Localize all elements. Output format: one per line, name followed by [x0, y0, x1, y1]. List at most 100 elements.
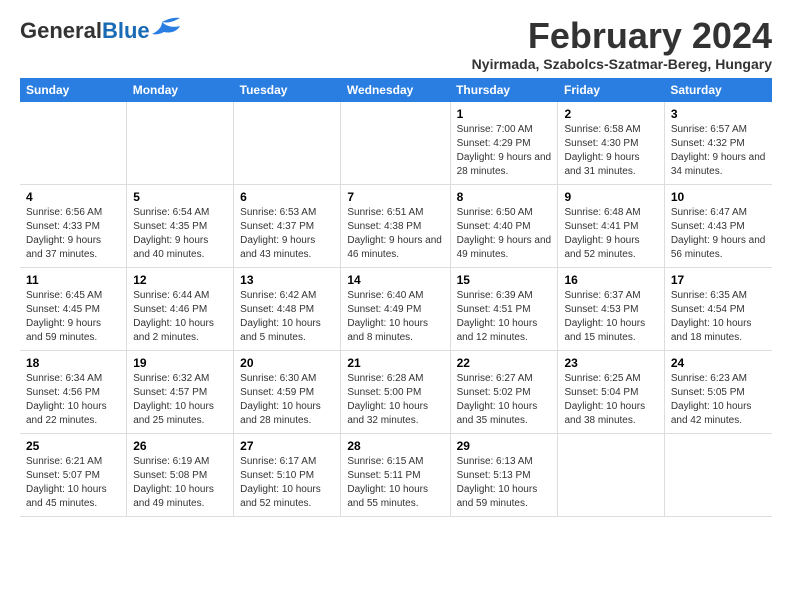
- daylight-text: Daylight: 9 hours and 49 minutes.: [457, 235, 552, 260]
- logo: GeneralBlue: [20, 20, 182, 42]
- calendar-cell: 26 Sunrise: 6:19 AM Sunset: 5:08 PM Dayl…: [127, 433, 234, 516]
- day-number: 27: [240, 439, 334, 453]
- day-detail: Sunrise: 6:42 AM Sunset: 4:48 PM Dayligh…: [240, 289, 334, 345]
- day-detail: Sunrise: 6:50 AM Sunset: 4:40 PM Dayligh…: [457, 206, 552, 262]
- daylight-text: Daylight: 9 hours and 43 minutes.: [240, 235, 315, 260]
- sunset-text: Sunset: 5:10 PM: [240, 470, 314, 481]
- daylight-text: Daylight: 10 hours and 35 minutes.: [457, 401, 538, 426]
- col-tuesday: Tuesday: [234, 78, 341, 102]
- day-number: 1: [457, 107, 552, 121]
- sunset-text: Sunset: 5:11 PM: [347, 470, 420, 481]
- daylight-text: Daylight: 10 hours and 55 minutes.: [347, 484, 428, 509]
- header-section: GeneralBlue February 2024 Nyirmada, Szab…: [20, 16, 772, 72]
- calendar-cell: 20 Sunrise: 6:30 AM Sunset: 4:59 PM Dayl…: [234, 350, 341, 433]
- sunset-text: Sunset: 4:43 PM: [671, 221, 745, 232]
- daylight-text: Daylight: 10 hours and 12 minutes.: [457, 318, 538, 343]
- day-number: 2: [564, 107, 657, 121]
- day-number: 23: [564, 356, 657, 370]
- daylight-text: Daylight: 10 hours and 59 minutes.: [457, 484, 538, 509]
- day-detail: Sunrise: 6:30 AM Sunset: 4:59 PM Dayligh…: [240, 372, 334, 428]
- daylight-text: Daylight: 10 hours and 38 minutes.: [564, 401, 645, 426]
- sunset-text: Sunset: 5:00 PM: [347, 387, 421, 398]
- sunrise-text: Sunrise: 6:19 AM: [133, 456, 209, 467]
- calendar-cell: [664, 433, 772, 516]
- day-detail: Sunrise: 6:47 AM Sunset: 4:43 PM Dayligh…: [671, 206, 766, 262]
- day-detail: Sunrise: 6:57 AM Sunset: 4:32 PM Dayligh…: [671, 123, 766, 179]
- sunset-text: Sunset: 5:04 PM: [564, 387, 638, 398]
- day-detail: Sunrise: 6:13 AM Sunset: 5:13 PM Dayligh…: [457, 455, 552, 511]
- day-detail: Sunrise: 6:32 AM Sunset: 4:57 PM Dayligh…: [133, 372, 227, 428]
- daylight-text: Daylight: 9 hours and 37 minutes.: [26, 235, 101, 260]
- sunset-text: Sunset: 4:54 PM: [671, 304, 745, 315]
- sunrise-text: Sunrise: 6:25 AM: [564, 373, 640, 384]
- calendar-cell: 17 Sunrise: 6:35 AM Sunset: 4:54 PM Dayl…: [664, 267, 772, 350]
- sunrise-text: Sunrise: 6:13 AM: [457, 456, 533, 467]
- calendar-cell: 19 Sunrise: 6:32 AM Sunset: 4:57 PM Dayl…: [127, 350, 234, 433]
- daylight-text: Daylight: 9 hours and 59 minutes.: [26, 318, 101, 343]
- daylight-text: Daylight: 10 hours and 5 minutes.: [240, 318, 321, 343]
- day-detail: Sunrise: 6:15 AM Sunset: 5:11 PM Dayligh…: [347, 455, 443, 511]
- day-detail: Sunrise: 6:37 AM Sunset: 4:53 PM Dayligh…: [564, 289, 657, 345]
- calendar-week-5: 25 Sunrise: 6:21 AM Sunset: 5:07 PM Dayl…: [20, 433, 772, 516]
- daylight-text: Daylight: 10 hours and 45 minutes.: [26, 484, 107, 509]
- calendar-cell: 14 Sunrise: 6:40 AM Sunset: 4:49 PM Dayl…: [341, 267, 450, 350]
- sunset-text: Sunset: 4:37 PM: [240, 221, 314, 232]
- calendar-cell: 11 Sunrise: 6:45 AM Sunset: 4:45 PM Dayl…: [20, 267, 127, 350]
- day-detail: Sunrise: 6:28 AM Sunset: 5:00 PM Dayligh…: [347, 372, 443, 428]
- col-wednesday: Wednesday: [341, 78, 450, 102]
- day-number: 21: [347, 356, 443, 370]
- logo-bird-icon: [152, 16, 182, 38]
- day-number: 4: [26, 190, 120, 204]
- daylight-text: Daylight: 9 hours and 34 minutes.: [671, 152, 766, 177]
- day-number: 26: [133, 439, 227, 453]
- calendar-week-3: 11 Sunrise: 6:45 AM Sunset: 4:45 PM Dayl…: [20, 267, 772, 350]
- sunrise-text: Sunrise: 6:21 AM: [26, 456, 102, 467]
- daylight-text: Daylight: 10 hours and 18 minutes.: [671, 318, 752, 343]
- sunrise-text: Sunrise: 6:51 AM: [347, 207, 423, 218]
- day-detail: Sunrise: 6:58 AM Sunset: 4:30 PM Dayligh…: [564, 123, 657, 179]
- sunset-text: Sunset: 4:38 PM: [347, 221, 421, 232]
- calendar-cell: [20, 102, 127, 185]
- sunrise-text: Sunrise: 6:37 AM: [564, 290, 640, 301]
- day-detail: Sunrise: 6:21 AM Sunset: 5:07 PM Dayligh…: [26, 455, 120, 511]
- location-subtitle: Nyirmada, Szabolcs-Szatmar-Bereg, Hungar…: [472, 56, 772, 72]
- calendar-cell: 10 Sunrise: 6:47 AM Sunset: 4:43 PM Dayl…: [664, 184, 772, 267]
- day-number: 15: [457, 273, 552, 287]
- calendar-week-4: 18 Sunrise: 6:34 AM Sunset: 4:56 PM Dayl…: [20, 350, 772, 433]
- sunrise-text: Sunrise: 7:00 AM: [457, 124, 533, 135]
- sunset-text: Sunset: 4:35 PM: [133, 221, 207, 232]
- sunrise-text: Sunrise: 6:40 AM: [347, 290, 423, 301]
- sunrise-text: Sunrise: 6:53 AM: [240, 207, 316, 218]
- sunset-text: Sunset: 4:46 PM: [133, 304, 207, 315]
- day-detail: Sunrise: 6:23 AM Sunset: 5:05 PM Dayligh…: [671, 372, 766, 428]
- calendar-cell: 29 Sunrise: 6:13 AM Sunset: 5:13 PM Dayl…: [450, 433, 558, 516]
- day-number: 12: [133, 273, 227, 287]
- day-detail: Sunrise: 6:39 AM Sunset: 4:51 PM Dayligh…: [457, 289, 552, 345]
- sunrise-text: Sunrise: 6:27 AM: [457, 373, 533, 384]
- sunrise-text: Sunrise: 6:15 AM: [347, 456, 423, 467]
- sunrise-text: Sunrise: 6:23 AM: [671, 373, 747, 384]
- sunrise-text: Sunrise: 6:39 AM: [457, 290, 533, 301]
- sunset-text: Sunset: 4:40 PM: [457, 221, 531, 232]
- sunrise-text: Sunrise: 6:50 AM: [457, 207, 533, 218]
- sunrise-text: Sunrise: 6:44 AM: [133, 290, 209, 301]
- calendar-week-1: 1 Sunrise: 7:00 AM Sunset: 4:29 PM Dayli…: [20, 102, 772, 185]
- daylight-text: Daylight: 9 hours and 52 minutes.: [564, 235, 639, 260]
- day-number: 6: [240, 190, 334, 204]
- calendar-cell: [234, 102, 341, 185]
- day-detail: Sunrise: 6:44 AM Sunset: 4:46 PM Dayligh…: [133, 289, 227, 345]
- calendar-cell: 22 Sunrise: 6:27 AM Sunset: 5:02 PM Dayl…: [450, 350, 558, 433]
- calendar-week-2: 4 Sunrise: 6:56 AM Sunset: 4:33 PM Dayli…: [20, 184, 772, 267]
- col-thursday: Thursday: [450, 78, 558, 102]
- sunrise-text: Sunrise: 6:28 AM: [347, 373, 423, 384]
- col-friday: Friday: [558, 78, 664, 102]
- sunset-text: Sunset: 5:08 PM: [133, 470, 207, 481]
- daylight-text: Daylight: 10 hours and 2 minutes.: [133, 318, 214, 343]
- sunrise-text: Sunrise: 6:54 AM: [133, 207, 209, 218]
- sunset-text: Sunset: 4:59 PM: [240, 387, 314, 398]
- calendar-cell: 4 Sunrise: 6:56 AM Sunset: 4:33 PM Dayli…: [20, 184, 127, 267]
- daylight-text: Daylight: 10 hours and 49 minutes.: [133, 484, 214, 509]
- col-sunday: Sunday: [20, 78, 127, 102]
- calendar-cell: 12 Sunrise: 6:44 AM Sunset: 4:46 PM Dayl…: [127, 267, 234, 350]
- day-detail: Sunrise: 6:51 AM Sunset: 4:38 PM Dayligh…: [347, 206, 443, 262]
